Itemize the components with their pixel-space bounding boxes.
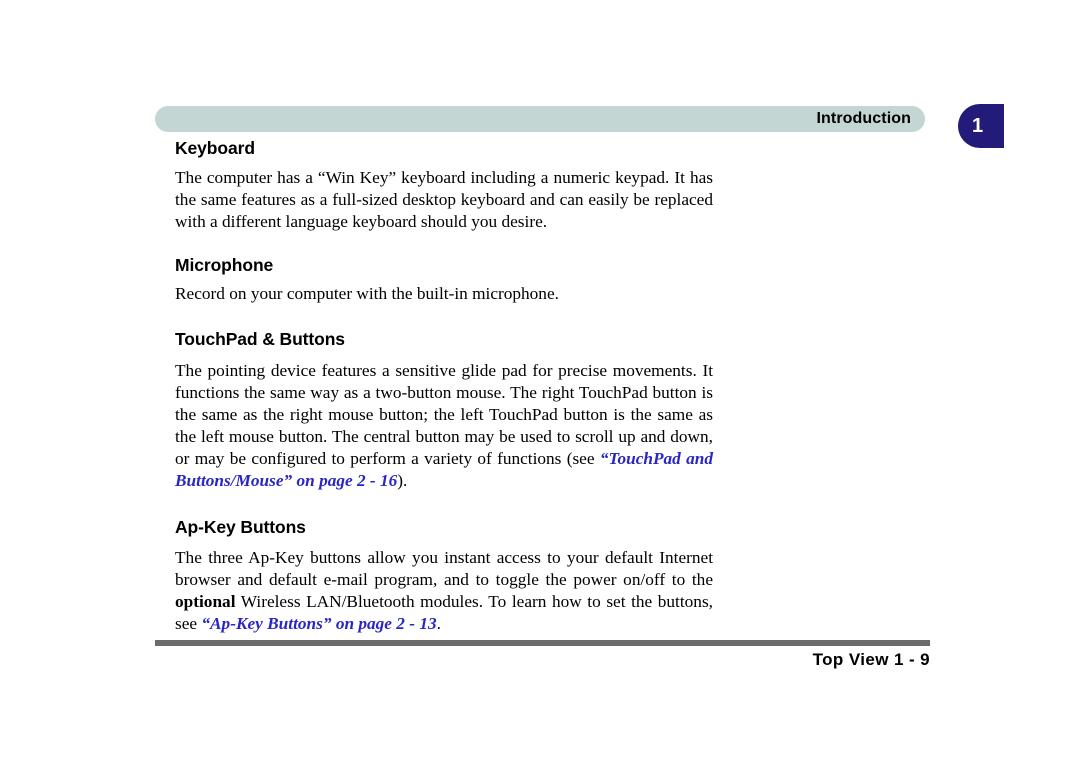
section-touchpad-buttons: TouchPad & Buttons The pointing device f… bbox=[175, 329, 713, 492]
cross-reference-link[interactable]: “TouchPad and Buttons/Mouse” on page 2 -… bbox=[175, 449, 713, 490]
chapter-number-label: 1 bbox=[972, 115, 984, 137]
section-keyboard: Keyboard The computer has a “Win Key” ke… bbox=[175, 138, 713, 233]
paragraph-ap-key-buttons: The three Ap-Key buttons allow you insta… bbox=[175, 548, 713, 634]
heading-touchpad-buttons: TouchPad & Buttons bbox=[175, 329, 345, 350]
footer-divider-rule bbox=[155, 640, 930, 646]
page-content: Keyboard The computer has a “Win Key” ke… bbox=[175, 138, 713, 635]
chapter-number-tab: 1 bbox=[958, 104, 1004, 148]
footer-page-label: Top View 1 - 9 bbox=[812, 650, 930, 669]
emphasis-text: op­tional bbox=[175, 592, 236, 612]
paragraph-touchpad-buttons: The pointing device features a sensitive… bbox=[175, 361, 713, 491]
heading-keyboard: Keyboard bbox=[175, 138, 255, 158]
cross-reference-link[interactable]: “Ap-Key Buttons” on page 2 - 13 bbox=[201, 614, 436, 633]
header-banner-bar: Introduction bbox=[155, 106, 925, 132]
section-ap-key-buttons: Ap-Key Buttons The three Ap-Key buttons … bbox=[175, 517, 713, 635]
page-footer: Top View 1 - 9 bbox=[0, 636, 1080, 696]
document-page: Introduction 1 Keyboard The computer has… bbox=[0, 0, 1080, 760]
header-chapter-title: Introduction bbox=[816, 110, 911, 127]
heading-microphone: Microphone bbox=[175, 254, 274, 275]
section-microphone: Microphone Record on your computer with … bbox=[175, 255, 713, 306]
paragraph-keyboard: The computer has a “Win Key” keyboard in… bbox=[175, 167, 713, 231]
heading-ap-key-buttons: Ap-Key Buttons bbox=[175, 517, 306, 538]
paragraph-microphone: Record on your computer with the built-i… bbox=[175, 284, 559, 304]
